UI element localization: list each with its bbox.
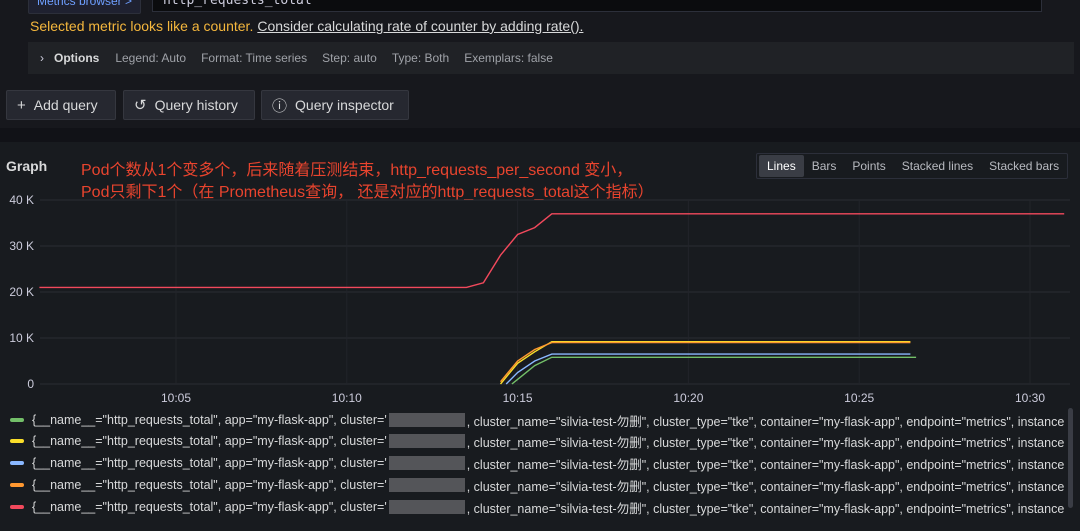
panel-title: Graph bbox=[6, 158, 48, 174]
series-swatch bbox=[10, 439, 24, 443]
x-tick-label: 10:05 bbox=[161, 391, 191, 404]
legend-suffix: , cluster_name="silvia-test-勿删", cluster… bbox=[466, 501, 1065, 516]
chevron-right-icon[interactable]: › bbox=[40, 51, 44, 65]
legend-prefix: {__name__="http_requests_total", app="my… bbox=[32, 478, 387, 492]
legend-suffix: , cluster_name="silvia-test-勿删", cluster… bbox=[466, 414, 1065, 429]
series-swatch bbox=[10, 483, 24, 487]
query-input[interactable]: http_requests_total bbox=[152, 0, 1042, 12]
legend-row[interactable]: {__name__="http_requests_total", app="my… bbox=[10, 411, 1064, 429]
add-query-button[interactable]: + Add query bbox=[6, 90, 116, 120]
time-series-chart[interactable]: 40 K 30 K 20 K 10 K 0 10:05 10:10 10:15 10:20 10:… bbox=[0, 188, 1080, 404]
add-query-label: Add query bbox=[33, 97, 98, 113]
option-legend: Legend: Auto bbox=[115, 51, 187, 65]
view-stacked-lines[interactable]: Stacked lines bbox=[894, 155, 981, 177]
redacted-block bbox=[388, 500, 465, 514]
redacted-block bbox=[388, 413, 465, 427]
query-history-label: Query history bbox=[154, 97, 238, 113]
info-icon: ⓘ bbox=[272, 97, 288, 115]
annotation-line-1: Pod个数从1个变多个，后来随着压测结束，http_requests_per_s… bbox=[81, 162, 633, 179]
legend-prefix: {__name__="http_requests_total", app="my… bbox=[32, 456, 387, 470]
series-swatch bbox=[10, 418, 24, 422]
query-history-button[interactable]: ↺ Query history bbox=[123, 90, 255, 120]
series-swatch bbox=[10, 461, 24, 465]
x-tick-label: 10:10 bbox=[332, 391, 362, 404]
option-type: Type: Both bbox=[391, 51, 450, 65]
legend-row[interactable]: {__name__="http_requests_total", app="my… bbox=[10, 432, 1064, 450]
query-options-bar[interactable]: › Options Legend: Auto Format: Time seri… bbox=[28, 42, 1074, 74]
series-line[interactable] bbox=[511, 356, 917, 385]
rate-suggestion-link[interactable]: Consider calculating rate of counter by … bbox=[257, 18, 583, 34]
metrics-browser-button[interactable]: Metrics browser > bbox=[28, 0, 142, 14]
options-label[interactable]: Options bbox=[54, 51, 99, 65]
legend-row[interactable]: {__name__="http_requests_total", app="my… bbox=[10, 454, 1064, 472]
y-tick-label: 30 K bbox=[9, 239, 34, 253]
legend-suffix: , cluster_name="silvia-test-勿删", cluster… bbox=[466, 457, 1065, 472]
view-bars[interactable]: Bars bbox=[804, 155, 845, 177]
legend-row[interactable]: {__name__="http_requests_total", app="my… bbox=[10, 498, 1064, 516]
x-tick-label: 10:30 bbox=[1015, 391, 1045, 404]
counter-warning: Selected metric looks like a counter. Con… bbox=[30, 18, 583, 34]
x-tick-label: 10:20 bbox=[673, 391, 703, 404]
plus-icon: + bbox=[17, 96, 26, 114]
legend-prefix: {__name__="http_requests_total", app="my… bbox=[32, 500, 387, 514]
legend-scrollbar[interactable] bbox=[1068, 408, 1073, 508]
legend-prefix: {__name__="http_requests_total", app="my… bbox=[32, 434, 387, 448]
redacted-block bbox=[388, 478, 465, 492]
query-inspector-button[interactable]: ⓘ Query inspector bbox=[261, 90, 409, 120]
series-line[interactable] bbox=[505, 353, 911, 385]
query-inspector-label: Query inspector bbox=[295, 97, 394, 113]
series-swatch bbox=[10, 505, 24, 509]
view-lines[interactable]: Lines bbox=[759, 155, 804, 177]
legend-row[interactable]: {__name__="http_requests_total", app="my… bbox=[10, 476, 1064, 494]
legend-suffix: , cluster_name="silvia-test-勿删", cluster… bbox=[466, 435, 1065, 450]
series-line[interactable] bbox=[39, 213, 1065, 289]
option-exemplars: Exemplars: false bbox=[464, 51, 553, 65]
x-tick-label: 10:15 bbox=[503, 391, 533, 404]
query-editor-section: Metrics browser > http_requests_total Se… bbox=[0, 0, 1080, 128]
history-icon: ↺ bbox=[134, 97, 147, 114]
series-line[interactable] bbox=[499, 341, 911, 383]
legend-suffix: , cluster_name="silvia-test-勿删", cluster… bbox=[466, 479, 1065, 494]
graph-type-switcher[interactable]: Lines Bars Points Stacked lines Stacked … bbox=[756, 153, 1069, 179]
redacted-block bbox=[388, 456, 465, 470]
y-tick-label: 10 K bbox=[9, 331, 34, 345]
y-tick-label: 0 bbox=[27, 377, 34, 391]
option-format: Format: Time series bbox=[201, 51, 308, 65]
legend-prefix: {__name__="http_requests_total", app="my… bbox=[32, 413, 387, 427]
series-line[interactable] bbox=[499, 340, 911, 385]
view-stacked-bars[interactable]: Stacked bars bbox=[981, 155, 1067, 177]
redacted-block bbox=[388, 434, 465, 448]
warning-text: Selected metric looks like a counter. bbox=[30, 18, 254, 34]
y-tick-label: 40 K bbox=[9, 193, 34, 207]
option-step: Step: auto bbox=[322, 51, 377, 65]
y-tick-label: 20 K bbox=[9, 285, 34, 299]
x-tick-label: 10:25 bbox=[844, 391, 874, 404]
view-points[interactable]: Points bbox=[844, 155, 893, 177]
